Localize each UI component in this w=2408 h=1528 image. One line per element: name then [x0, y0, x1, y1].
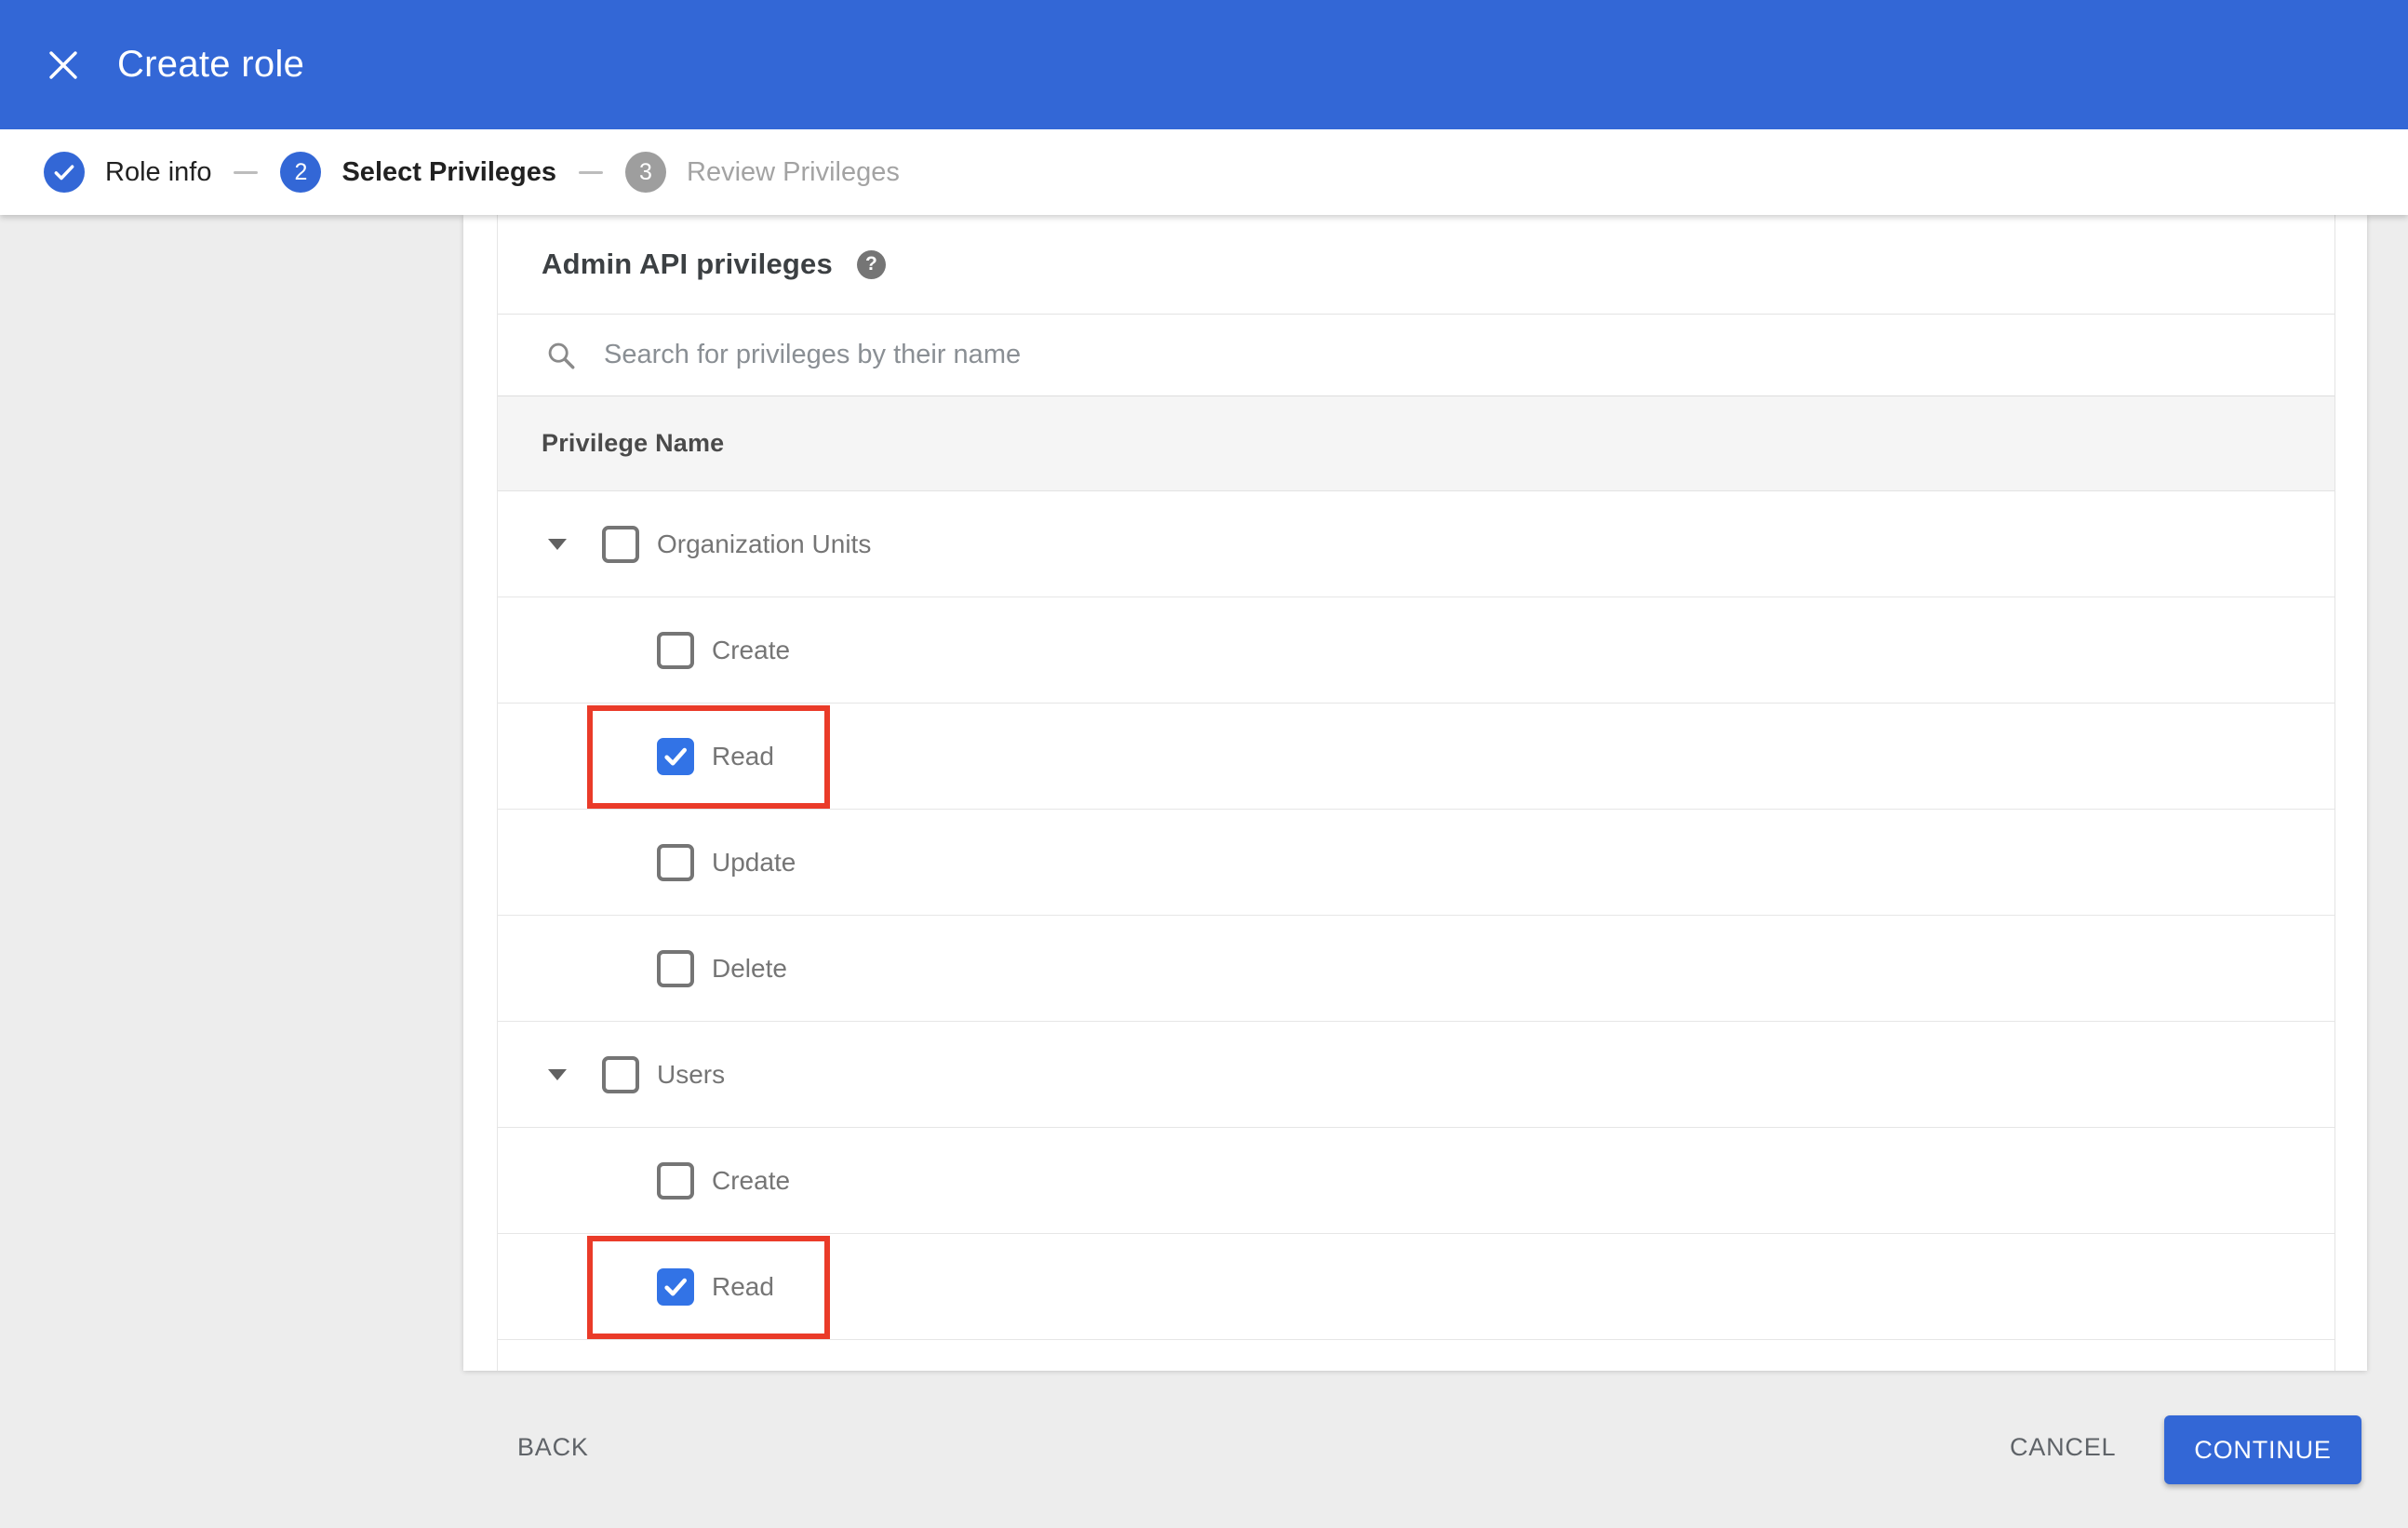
table-row: Update — [498, 810, 2334, 916]
table-row — [498, 1340, 2334, 1373]
privilege-checkbox[interactable] — [657, 1161, 694, 1200]
page-title: Create role — [117, 44, 305, 85]
table-row: Organization Units — [498, 491, 2334, 597]
highlight-box — [587, 705, 830, 809]
help-icon[interactable]: ? — [856, 249, 886, 279]
privilege-label: Read — [712, 741, 774, 771]
table-row: Delete — [498, 916, 2334, 1022]
check-icon — [44, 152, 85, 193]
table-row: Create — [498, 597, 2334, 704]
app-header: Create role — [0, 0, 2408, 129]
privilege-checkbox[interactable] — [657, 949, 694, 987]
highlight-box — [587, 1236, 830, 1339]
privilege-label: Organization Units — [657, 529, 872, 558]
privileges-table: Admin API privileges ? Privilege Name Or… — [497, 215, 2335, 1371]
back-button[interactable]: BACK — [517, 1433, 589, 1462]
step-review-privileges[interactable]: 3 Review Privileges — [625, 152, 900, 193]
close-icon[interactable] — [35, 37, 91, 93]
continue-button[interactable]: CONTINUE — [2164, 1415, 2361, 1484]
privilege-rows: Organization Units Create Read Update De… — [498, 491, 2334, 1340]
table-row: Read — [498, 1234, 2334, 1340]
privilege-label: Create — [712, 635, 791, 664]
step-connector — [579, 170, 603, 174]
privilege-checkbox[interactable] — [602, 525, 639, 563]
privilege-label: Delete — [712, 953, 787, 983]
privilege-checkbox[interactable] — [602, 1055, 639, 1093]
table-row: Users — [498, 1022, 2334, 1128]
privilege-label: Create — [712, 1165, 791, 1195]
wizard-stepper: Role info 2 Select Privileges 3 Review P… — [0, 129, 2408, 215]
collapse-arrow-icon[interactable] — [548, 538, 567, 551]
privilege-checkbox[interactable] — [657, 1267, 694, 1306]
table-row: Read — [498, 704, 2334, 810]
step-connector — [234, 170, 259, 174]
step-number-badge: 3 — [625, 152, 666, 193]
search-icon — [548, 342, 575, 369]
step-label: Select Privileges — [341, 156, 556, 187]
privilege-checkbox[interactable] — [657, 631, 694, 669]
privilege-checkbox[interactable] — [657, 737, 694, 775]
privilege-label: Read — [712, 1271, 774, 1301]
step-label: Role info — [105, 156, 212, 187]
table-header: Privilege Name — [498, 396, 2334, 491]
privilege-label: Users — [657, 1059, 726, 1089]
privilege-checkbox[interactable] — [657, 843, 694, 881]
search-input[interactable] — [602, 339, 1908, 371]
step-select-privileges[interactable]: 2 Select Privileges — [280, 152, 556, 193]
privilege-name-column-header: Privilege Name — [542, 429, 725, 457]
cancel-button[interactable]: CANCEL — [2010, 1433, 2116, 1462]
step-role-info[interactable]: Role info — [44, 152, 211, 193]
step-label: Review Privileges — [687, 156, 900, 187]
panel-title: Admin API privileges — [542, 248, 833, 280]
step-number-badge: 2 — [280, 152, 322, 193]
panel-heading: Admin API privileges ? — [498, 215, 2334, 315]
privilege-label: Update — [712, 847, 796, 877]
privileges-panel: Admin API privileges ? Privilege Name Or… — [463, 215, 2367, 1371]
table-row: Create — [498, 1128, 2334, 1234]
collapse-arrow-icon[interactable] — [548, 1068, 567, 1081]
search-bar — [498, 315, 2334, 396]
